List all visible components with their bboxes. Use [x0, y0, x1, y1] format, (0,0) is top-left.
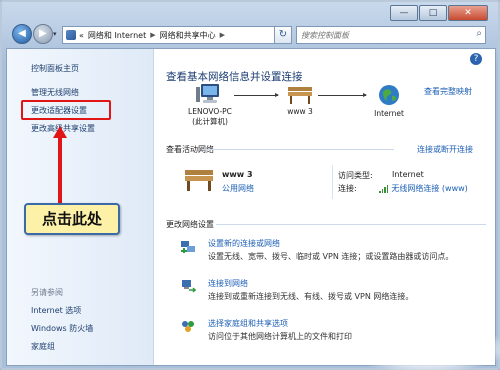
divider — [216, 224, 486, 225]
connect-to-network-desc: 连接到或重新连接到无线、有线、拨号或 VPN 网络连接。 — [208, 292, 414, 301]
see-also-homegroup[interactable]: 家庭组 — [31, 341, 55, 352]
network-type-link[interactable]: 公用网络 — [222, 183, 254, 194]
forward-button[interactable]: ▶ — [33, 24, 53, 44]
computer-name: LENOVO-PC — [188, 107, 232, 116]
connect-network-icon — [182, 280, 196, 293]
map-node-network[interactable]: www 3 — [280, 83, 320, 117]
control-panel-icon — [66, 30, 76, 40]
homegroup-options-link[interactable]: 选择家庭组和共享选项 — [208, 318, 288, 329]
see-also-heading: 另请参阅 — [31, 288, 63, 297]
page-title: 查看基本网络信息并设置连接 — [166, 71, 303, 83]
connection-line — [234, 93, 279, 97]
window-controls: — □ ✕ — [390, 5, 488, 21]
breadcrumb-separator-icon[interactable]: ▶ — [150, 31, 155, 39]
sidebar-item-manage-wireless[interactable]: 管理无线网络 — [31, 87, 79, 98]
internet-label: Internet — [374, 109, 404, 118]
network-map-label: www 3 — [287, 107, 313, 116]
globe-icon — [379, 85, 399, 105]
see-also-windows-firewall[interactable]: Windows 防火墙 — [31, 323, 93, 334]
see-also-internet-options[interactable]: Internet 选项 — [31, 305, 81, 316]
breadcrumb-network-internet[interactable]: 网络和 Internet — [88, 30, 146, 41]
computer-subtitle: (此计算机) — [192, 117, 228, 126]
bench-icon — [185, 170, 213, 191]
main-panel: 查看基本网络信息并设置连接 查看完整映射 LENOVO-PC (此计算机) ww… — [154, 49, 494, 365]
setup-connection-desc: 设置无线、宽带、拨号、临时或 VPN 连接；或设置路由器或访问点。 — [208, 252, 454, 261]
connect-disconnect-link[interactable]: 连接或断开连接 — [417, 144, 473, 155]
callout-click-here: 点击此处 — [24, 203, 120, 235]
close-button[interactable]: ✕ — [448, 5, 488, 21]
connection-line — [318, 93, 367, 97]
refresh-button[interactable]: ↻ — [274, 26, 292, 44]
red-arrow-up-icon — [53, 126, 67, 204]
search-box[interactable]: ⌕ — [296, 26, 486, 44]
watermark — [352, 328, 500, 370]
wifi-signal-icon — [379, 184, 389, 193]
highlight-box — [21, 100, 111, 120]
search-icon[interactable]: ⌕ — [476, 28, 482, 39]
map-node-internet[interactable]: Internet — [364, 83, 414, 119]
connections-label: 连接: — [338, 184, 357, 193]
connect-to-network-link[interactable]: 连接到网络 — [208, 278, 248, 289]
change-settings-heading: 更改网络设置 — [166, 220, 214, 229]
minimize-button[interactable]: — — [390, 5, 418, 21]
back-button[interactable]: ◀ — [12, 24, 32, 44]
computer-icon — [196, 84, 219, 103]
breadcrumb-network-sharing-center[interactable]: 网络和共享中心 — [160, 30, 216, 41]
sidebar-home-link[interactable]: 控制面板主页 — [31, 63, 79, 74]
homegroup-options-desc: 访问位于其他网络计算机上的文件和打印 — [208, 332, 352, 341]
address-bar[interactable]: « 网络和 Internet ▶ 网络和共享中心 ▶ ▾ — [62, 26, 292, 44]
breadcrumb-separator-icon[interactable]: ▶ — [220, 31, 225, 39]
address-overflow-chevrons[interactable]: « — [79, 31, 84, 40]
divider — [332, 165, 333, 199]
map-node-computer[interactable]: LENOVO-PC (此计算机) — [180, 83, 240, 127]
view-full-map-link[interactable]: 查看完整映射 — [424, 86, 472, 97]
new-connection-icon — [181, 241, 195, 253]
divider — [202, 149, 394, 150]
recent-pages-dropdown-icon[interactable]: ▾ — [53, 30, 57, 38]
setup-connection-link[interactable]: 设置新的连接或网络 — [208, 238, 280, 249]
wireless-connection-link[interactable]: 无线网络连接 (www) — [379, 183, 468, 194]
access-type-value: Internet — [392, 170, 424, 179]
bench-icon — [288, 87, 312, 104]
access-type-label: 访问类型: — [338, 171, 373, 180]
search-input[interactable] — [297, 29, 463, 41]
wireless-connection-text: 无线网络连接 (www) — [391, 184, 468, 193]
maximize-button[interactable]: □ — [419, 5, 447, 21]
active-network-name: www 3 — [222, 170, 253, 179]
homegroup-icon — [182, 321, 194, 332]
window-frame: — □ ✕ ◀ ▶ ▾ « 网络和 Internet ▶ 网络和共享中心 ▶ ▾… — [0, 0, 500, 370]
